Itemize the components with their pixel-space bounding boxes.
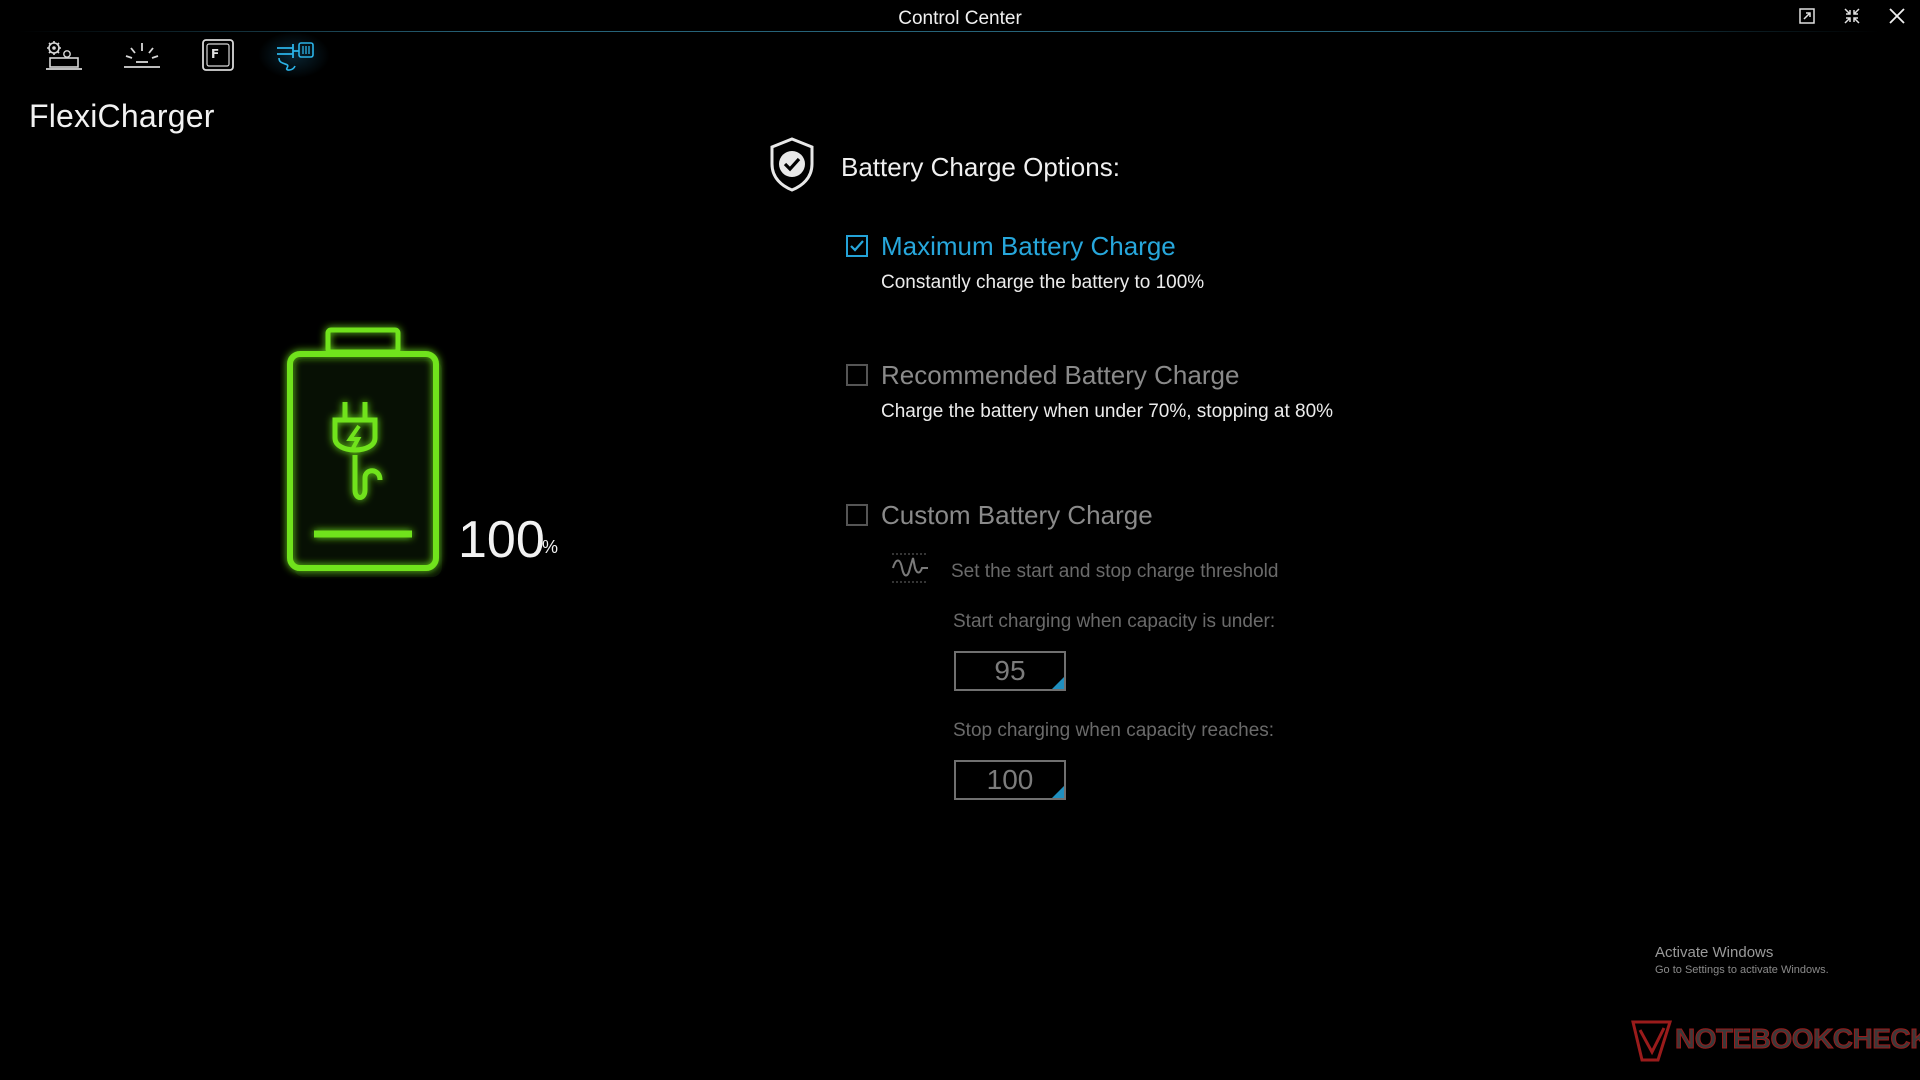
- close-button[interactable]: [1878, 2, 1916, 30]
- collapse-arrows-icon: [1844, 8, 1860, 24]
- nav-brightness[interactable]: [107, 32, 177, 78]
- battery-percentage-value: 100: [458, 511, 545, 569]
- battery-options-heading: Battery Charge Options:: [841, 152, 1120, 182]
- threshold-hint: Set the start and stop charge threshold: [951, 561, 1279, 582]
- stop-threshold-input[interactable]: 100: [954, 760, 1066, 800]
- stop-charging-label: Stop charging when capacity reaches:: [953, 720, 1275, 741]
- battery-plug-icon: [287, 327, 442, 577]
- custom-charge-label[interactable]: Custom Battery Charge: [881, 500, 1153, 531]
- compact-view-button[interactable]: [1833, 2, 1871, 30]
- nav-function-key[interactable]: F: [183, 32, 253, 78]
- flexicharger-icon: [277, 42, 314, 71]
- spin-corner-icon: [1052, 677, 1064, 689]
- start-charging-label: Start charging when capacity is under:: [953, 611, 1276, 632]
- window-title: Control Center: [898, 8, 1022, 29]
- maximum-charge-label[interactable]: Maximum Battery Charge: [881, 231, 1176, 262]
- recommended-charge-label[interactable]: Recommended Battery Charge: [881, 360, 1239, 391]
- restore-window-button[interactable]: [1788, 2, 1826, 30]
- threshold-wave-icon: [892, 553, 928, 583]
- recommended-charge-checkbox[interactable]: [846, 364, 868, 386]
- start-threshold-input[interactable]: 95: [954, 651, 1066, 691]
- title-bar: Control Center: [0, 0, 1920, 34]
- maximum-charge-description: Constantly charge the battery to 100%: [881, 272, 1205, 293]
- restore-icon: [1799, 8, 1815, 24]
- page-title: FlexiCharger: [29, 98, 215, 134]
- activate-windows-title: Activate Windows: [1655, 944, 1774, 961]
- stop-threshold-value: 100: [986, 764, 1034, 795]
- maximum-charge-checkbox[interactable]: [846, 235, 868, 257]
- custom-charge-checkbox[interactable]: [846, 504, 868, 526]
- checkmark-icon: [850, 240, 864, 252]
- notebookcheck-watermark: NOTEBOOKCHECK: [1675, 1023, 1920, 1055]
- brightness-icon: [124, 43, 160, 68]
- battery-percentage-unit: %: [542, 537, 559, 557]
- system-settings-icon: [46, 41, 82, 70]
- shield-check-icon: [770, 137, 814, 192]
- activate-windows-subtitle: Go to Settings to activate Windows.: [1655, 964, 1829, 976]
- recommended-charge-description: Charge the battery when under 70%, stopp…: [881, 401, 1334, 422]
- spin-corner-icon: [1052, 786, 1064, 798]
- close-icon: [1889, 8, 1905, 24]
- function-key-icon: F: [202, 39, 234, 71]
- battery-status-graphic: [280, 320, 470, 590]
- start-threshold-value: 95: [994, 655, 1026, 686]
- control-center-window: Control Center F FlexiCharger 100 % Batt…: [0, 0, 1920, 1080]
- nav-system-settings[interactable]: [28, 32, 98, 78]
- svg-text:F: F: [211, 47, 219, 61]
- nav-flexicharger[interactable]: [259, 32, 329, 78]
